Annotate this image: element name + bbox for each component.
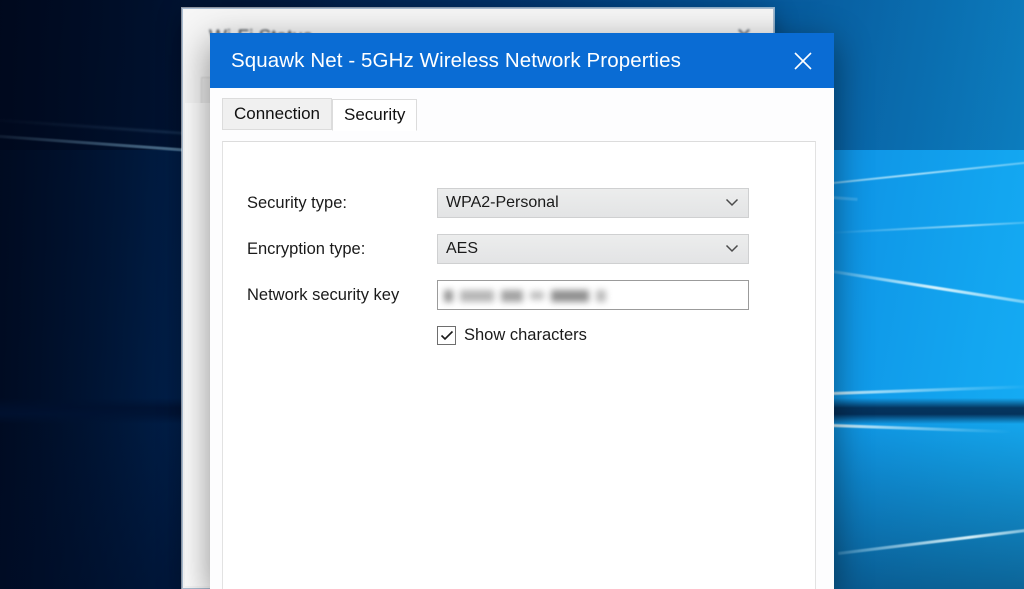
encryption-type-label: Encryption type:: [247, 239, 366, 258]
network-security-key-label: Network security key: [247, 285, 400, 304]
network-security-key-field: [437, 280, 749, 310]
tab-connection[interactable]: Connection: [222, 97, 333, 130]
show-characters-checkbox[interactable]: [437, 326, 456, 345]
network-security-key-row: Network security key: [247, 280, 815, 310]
dialog-titlebar[interactable]: Squawk Net - 5GHz Wireless Network Prope…: [210, 33, 834, 88]
security-type-dropdown[interactable]: WPA2-Personal: [437, 188, 749, 218]
dialog-content: Connection Security Security type: WPA2-…: [210, 97, 834, 589]
security-type-value: WPA2-Personal: [446, 194, 559, 211]
encryption-type-field: AES: [437, 234, 749, 264]
security-form: Security type: WPA2-Personal Encryption …: [223, 142, 815, 345]
wireless-network-properties-dialog[interactable]: Squawk Net - 5GHz Wireless Network Prope…: [210, 33, 834, 589]
encryption-type-dropdown[interactable]: AES: [437, 234, 749, 264]
dialog-tabstrip: Connection Security: [222, 97, 834, 131]
security-type-label: Security type:: [247, 193, 347, 212]
encryption-type-row: Encryption type: AES: [247, 234, 815, 264]
security-tab-panel: Security type: WPA2-Personal Encryption …: [222, 141, 816, 589]
show-characters-label[interactable]: Show characters: [464, 326, 587, 345]
security-type-row: Security type: WPA2-Personal: [247, 188, 815, 218]
encryption-type-value: AES: [446, 240, 479, 257]
redacted-password-overlay: [444, 286, 742, 305]
show-characters-row: Show characters: [437, 326, 815, 345]
chevron-down-icon: [725, 240, 739, 258]
tab-security[interactable]: Security: [332, 98, 418, 131]
security-type-field: WPA2-Personal: [437, 188, 749, 218]
network-security-key-input[interactable]: [437, 280, 749, 310]
dialog-title: Squawk Net - 5GHz Wireless Network Prope…: [231, 48, 681, 72]
close-icon[interactable]: [772, 33, 834, 88]
chevron-down-icon: [725, 194, 739, 212]
